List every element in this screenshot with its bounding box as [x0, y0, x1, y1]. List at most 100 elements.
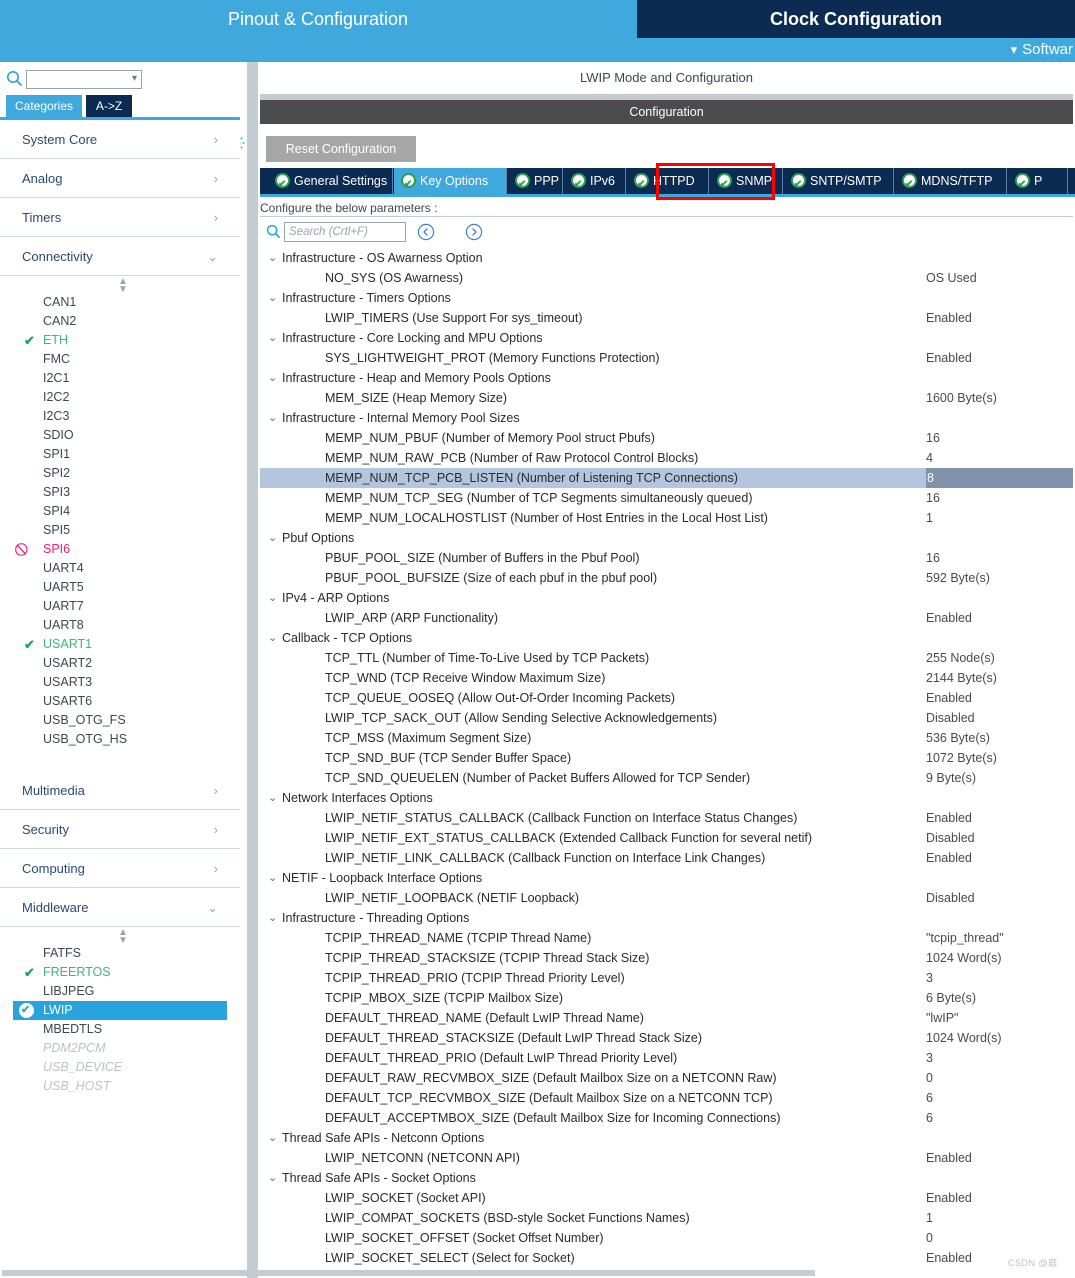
search-next-icon[interactable]: [465, 223, 483, 241]
parameter-value[interactable]: Enabled: [926, 1148, 972, 1168]
sidebar-group-analog[interactable]: Analog ›: [0, 159, 240, 198]
parameter-row[interactable]: MEMP_NUM_PBUF (Number of Memory Pool str…: [260, 428, 1073, 448]
parameter-value[interactable]: 1024 Word(s): [926, 948, 1002, 968]
parameter-row[interactable]: MEMP_NUM_RAW_PCB (Number of Raw Protocol…: [260, 448, 1073, 468]
sidebar-item-usart1[interactable]: ✔ USART1: [0, 635, 240, 654]
parameter-group-row[interactable]: ⌄ Thread Safe APIs - Socket Options: [260, 1168, 1073, 1188]
software-packs-menu[interactable]: ▾ Softwar: [1011, 38, 1075, 62]
parameter-value[interactable]: 1024 Word(s): [926, 1028, 1002, 1048]
sidebar-tree[interactable]: System Core › Analog › Timers › Connectivity ⌄ ▲…: [0, 120, 240, 1278]
tab-pinout-configuration[interactable]: Pinout & Configuration: [0, 0, 636, 38]
sidebar-item-spi5[interactable]: SPI5: [0, 521, 240, 540]
parameter-row[interactable]: PBUF_POOL_BUFSIZE (Size of each pbuf in …: [260, 568, 1073, 588]
sidebar-item-spi4[interactable]: SPI4: [0, 502, 240, 521]
parameter-row[interactable]: LWIP_TCP_SACK_OUT (Allow Sending Selecti…: [260, 708, 1073, 728]
parameter-value[interactable]: 1: [926, 508, 933, 528]
parameter-tree[interactable]: ⌄ Infrastructure - OS Awarness Option NO_S…: [260, 248, 1073, 1272]
tab-clock-configuration[interactable]: Clock Configuration: [637, 0, 1075, 38]
parameter-value[interactable]: Enabled: [926, 848, 972, 868]
parameter-search-input[interactable]: [284, 222, 406, 242]
sidebar-group-timers[interactable]: Timers ›: [0, 198, 240, 237]
sidebar-group-middleware[interactable]: Middleware ⌄: [0, 888, 240, 927]
tab-key-options[interactable]: Key Options: [394, 168, 507, 198]
parameter-value[interactable]: Enabled: [926, 808, 972, 828]
sidebar-item-spi3[interactable]: SPI3: [0, 483, 240, 502]
parameter-row[interactable]: LWIP_ARP (ARP Functionality) Enabled: [260, 608, 1073, 628]
sidebar-item-fmc[interactable]: FMC: [0, 350, 240, 369]
parameter-group-row[interactable]: ⌄ IPv4 - ARP Options: [260, 588, 1073, 608]
parameter-value[interactable]: 0: [926, 1228, 933, 1248]
reset-configuration-button[interactable]: Reset Configuration: [266, 136, 416, 162]
tab-ipv6[interactable]: IPv6: [564, 168, 626, 198]
sidebar-item-can2[interactable]: CAN2: [0, 312, 240, 331]
list-scroll-spinner[interactable]: ▲ ▼: [0, 927, 240, 946]
sidebar-item-uart7[interactable]: UART7: [0, 597, 240, 616]
parameter-group-row[interactable]: ⌄ Infrastructure - Threading Options: [260, 908, 1073, 928]
tab-p[interactable]: P: [1008, 168, 1068, 198]
sidebar-item-i2c1[interactable]: I2C1: [0, 369, 240, 388]
sidebar-item-pdm2pcm[interactable]: PDM2PCM: [0, 1039, 240, 1058]
tab-ppp[interactable]: PPP: [508, 168, 563, 198]
parameter-value[interactable]: 592 Byte(s): [926, 568, 990, 588]
parameter-row[interactable]: PBUF_POOL_SIZE (Number of Buffers in the…: [260, 548, 1073, 568]
sidebar-group-computing[interactable]: Computing ›: [0, 849, 240, 888]
parameter-value[interactable]: 0: [926, 1068, 933, 1088]
parameter-row[interactable]: LWIP_NETCONN (NETCONN API) Enabled: [260, 1148, 1073, 1168]
parameter-value[interactable]: 255 Node(s): [926, 648, 995, 668]
sidebar-item-libjpeg[interactable]: LIBJPEG: [0, 982, 240, 1001]
sidebar-item-spi2[interactable]: SPI2: [0, 464, 240, 483]
parameter-row[interactable]: TCP_TTL (Number of Time-To-Live Used by …: [260, 648, 1073, 668]
parameter-row[interactable]: LWIP_TIMERS (Use Support For sys_timeout…: [260, 308, 1073, 328]
sidebar-item-uart4[interactable]: UART4: [0, 559, 240, 578]
sidebar-item-spi1[interactable]: SPI1: [0, 445, 240, 464]
parameter-value[interactable]: 16: [926, 488, 940, 508]
parameter-value[interactable]: Disabled: [926, 828, 975, 848]
parameter-row[interactable]: LWIP_SOCKET_SELECT (Select for Socket) En…: [260, 1248, 1073, 1268]
sidebar-item-can1[interactable]: CAN1: [0, 293, 240, 312]
parameter-value[interactable]: Enabled: [926, 1188, 972, 1208]
sidebar-item-usart6[interactable]: USART6: [0, 692, 240, 711]
parameter-group-row[interactable]: ⌄ Infrastructure - OS Awarness Option: [260, 248, 1073, 268]
parameter-row[interactable]: TCP_MSS (Maximum Segment Size) 536 Byte(s…: [260, 728, 1073, 748]
parameter-row[interactable]: TCPIP_THREAD_PRIO (TCPIP Thread Priority…: [260, 968, 1073, 988]
sidebar-search-combo[interactable]: ▾: [26, 70, 142, 89]
parameter-value[interactable]: OS Used: [926, 268, 977, 288]
parameter-row[interactable]: TCPIP_THREAD_STACKSIZE (TCPIP Thread Sta…: [260, 948, 1073, 968]
parameter-group-row[interactable]: ⌄ Infrastructure - Internal Memory Pool S…: [260, 408, 1073, 428]
parameter-value[interactable]: 9 Byte(s): [926, 768, 976, 788]
parameter-value[interactable]: Disabled: [926, 888, 975, 908]
parameter-row[interactable]: NO_SYS (OS Awarness) OS Used: [260, 268, 1073, 288]
parameter-value[interactable]: 6: [926, 1088, 933, 1108]
parameter-value[interactable]: 1: [926, 1208, 933, 1228]
parameter-value[interactable]: 8: [926, 468, 1073, 488]
parameter-row[interactable]: TCP_SND_QUEUELEN (Number of Packet Buffe…: [260, 768, 1073, 788]
parameter-group-row[interactable]: ⌄ Infrastructure - Core Locking and MPU O…: [260, 328, 1073, 348]
tab-httpd[interactable]: HTTPD: [627, 168, 709, 198]
parameter-row[interactable]: TCP_QUEUE_OOSEQ (Allow Out-Of-Order Inco…: [260, 688, 1073, 708]
parameter-group-row[interactable]: ⌄ Thread Safe APIs - Netconn Options: [260, 1128, 1073, 1148]
sidebar-item-freertos[interactable]: ✔ FREERTOS: [0, 963, 240, 982]
sidebar-item-i2c3[interactable]: I2C3: [0, 407, 240, 426]
parameter-row[interactable]: LWIP_SOCKET (Socket API) Enabled: [260, 1188, 1073, 1208]
parameter-row[interactable]: LWIP_NETIF_EXT_STATUS_CALLBACK (Extended…: [260, 828, 1073, 848]
parameter-value[interactable]: Enabled: [926, 688, 972, 708]
tab-categories[interactable]: Categories: [6, 95, 82, 117]
parameter-row[interactable]: DEFAULT_ACCEPTMBOX_SIZE (Default Mailbox…: [260, 1108, 1073, 1128]
pane-splitter[interactable]: [246, 62, 258, 1278]
parameter-row[interactable]: DEFAULT_THREAD_STACKSIZE (Default LwIP T…: [260, 1028, 1073, 1048]
parameter-value[interactable]: "lwIP": [926, 1008, 959, 1028]
parameter-row[interactable]: DEFAULT_TCP_RECVMBOX_SIZE (Default Mailb…: [260, 1088, 1073, 1108]
parameter-row[interactable]: LWIP_NETIF_STATUS_CALLBACK (Callback Fun…: [260, 808, 1073, 828]
parameter-group-row[interactable]: ⌄ Pbuf Options: [260, 528, 1073, 548]
parameter-group-row[interactable]: ⌄ Callback - TCP Options: [260, 628, 1073, 648]
parameter-value[interactable]: 6 Byte(s): [926, 988, 976, 1008]
sidebar-group-multimedia[interactable]: Multimedia ›: [0, 771, 240, 810]
sidebar-item-uart8[interactable]: UART8: [0, 616, 240, 635]
parameter-group-row[interactable]: ⌄ Network Interfaces Options: [260, 788, 1073, 808]
parameter-value[interactable]: Disabled: [926, 708, 975, 728]
parameter-group-row[interactable]: ⌄ NETIF - Loopback Interface Options: [260, 868, 1073, 888]
tab-a-to-z[interactable]: A->Z: [86, 95, 132, 117]
parameter-row[interactable]: TCP_WND (TCP Receive Window Maximum Size…: [260, 668, 1073, 688]
tab-snmp[interactable]: SNMP: [710, 168, 783, 198]
parameter-value[interactable]: 3: [926, 968, 933, 988]
